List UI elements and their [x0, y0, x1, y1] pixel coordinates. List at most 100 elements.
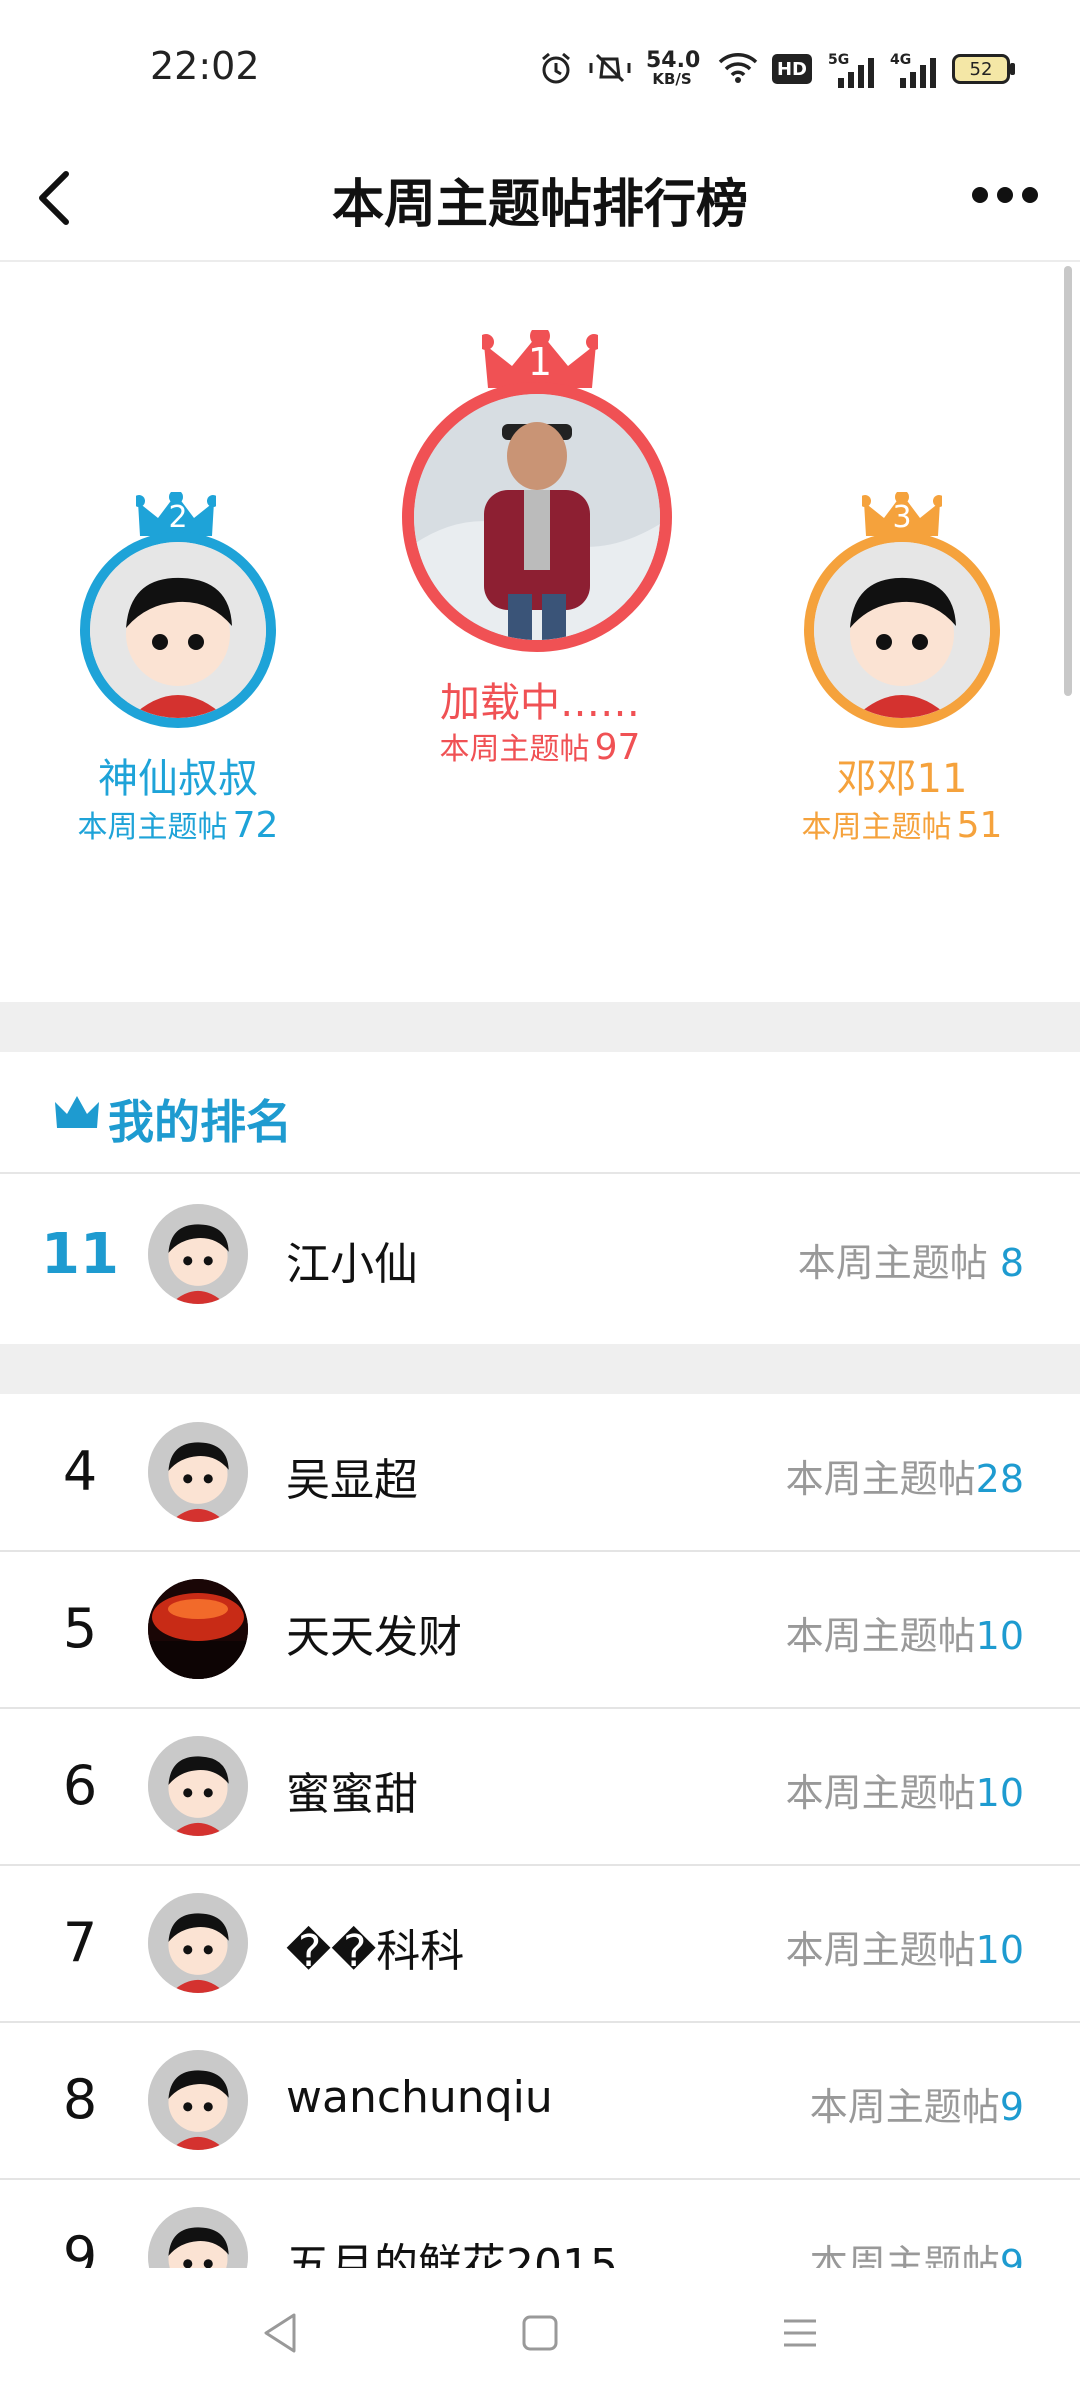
default-avatar-icon [148, 2050, 248, 2150]
podium-count: 本周主题帖 51 [772, 802, 1032, 846]
net-speed-value: 54.0 [646, 48, 701, 73]
post-count-value: 9 [999, 2242, 1024, 2268]
default-avatar-icon [814, 542, 990, 718]
default-avatar-icon [148, 1736, 248, 1836]
rank-number: 5 [62, 1597, 98, 1660]
post-count: 本周主题帖10 [786, 1762, 1024, 1817]
status-time: 22:02 [150, 44, 260, 88]
post-count-value: 9 [999, 2085, 1024, 2129]
header: 本周主题帖排行榜 [0, 130, 1080, 262]
post-count: 本周主题帖 8 [798, 1232, 1024, 1287]
avatar [148, 1204, 248, 1304]
podium-count-value: 51 [956, 805, 1003, 846]
list-item[interactable]: 6 蜜蜜甜 本周主题帖10 [0, 1708, 1080, 1866]
nav-back-button[interactable] [250, 2298, 310, 2368]
post-count-value: 28 [975, 1457, 1024, 1501]
section-divider [0, 1344, 1080, 1394]
more-button[interactable] [960, 170, 1050, 220]
my-rank-title: 我的排名 [108, 1095, 292, 1149]
podium-first[interactable]: 1 加载中…… 本周主题帖 97 [400, 262, 680, 782]
default-avatar-icon [148, 1204, 248, 1304]
post-count-value: 8 [999, 1241, 1024, 1285]
wifi-icon [714, 48, 762, 88]
signal-icon: 5G [828, 52, 878, 88]
user-name: ��科科 [286, 1926, 465, 1977]
nav-home-button[interactable] [510, 2298, 570, 2368]
battery-icon: 52 [952, 54, 1010, 84]
list-item[interactable]: 5 天天发财 本周主题帖10 [0, 1551, 1080, 1709]
post-count: 本周主题帖9 [810, 2076, 1024, 2131]
alarm-icon [536, 48, 576, 88]
list-item[interactable]: 7 ��科科 本周主题帖10 [0, 1865, 1080, 2023]
nav-menu-button[interactable] [770, 2298, 830, 2368]
user-name: 吴显超 [286, 1455, 418, 1506]
battery-tip [1010, 63, 1015, 75]
avatar [80, 532, 276, 728]
square-home-icon [522, 2315, 558, 2351]
avatar [148, 2207, 248, 2268]
post-count-label: 本周主题帖 [785, 1928, 976, 1972]
default-avatar-icon [148, 1422, 248, 1522]
status-bar: 22:02 54.0 KB/S HD 5G 4G 52 [0, 0, 1080, 130]
my-rank-header: 我的排名 [0, 1052, 1080, 1174]
avatar [402, 382, 672, 652]
post-count-value: 10 [975, 1771, 1024, 1815]
default-avatar-icon [148, 1893, 248, 1993]
post-count-value: 10 [975, 1928, 1024, 1972]
post-count-value: 10 [975, 1614, 1024, 1658]
post-count: 本周主题帖28 [786, 1448, 1024, 1503]
avatar-photo-icon [414, 394, 660, 640]
post-count-label: 本周主题帖 [785, 1614, 976, 1658]
podium-second[interactable]: 2 神仙叔叔 本周主题帖 72 [48, 492, 308, 872]
rank-number: 6 [62, 1754, 98, 1817]
podium-count: 本周主题帖 97 [400, 724, 680, 768]
my-rank-row[interactable]: 11 江小仙 本周主题帖 8 [0, 1174, 1080, 1344]
podium-count: 本周主题帖 72 [48, 802, 308, 846]
mute-vibrate-icon [586, 48, 634, 88]
rank-number: 7 [62, 1911, 98, 1974]
triangle-back-icon [264, 2313, 296, 2353]
list-item[interactable]: 8 wanchunqiu 本周主题帖9 [0, 2022, 1080, 2180]
avatar [148, 1422, 248, 1522]
user-name: 江小仙 [286, 1239, 418, 1290]
podium-count-label: 本周主题帖 [77, 810, 228, 845]
default-avatar-icon [148, 2207, 248, 2268]
post-count: 本周主题帖9 [810, 2233, 1024, 2268]
section-divider [0, 1002, 1080, 1052]
rank-number: 9 [62, 2225, 98, 2268]
post-count-label: 本周主题帖 [785, 1457, 976, 1501]
podium-count-label: 本周主题帖 [439, 732, 590, 767]
nav-bar [0, 2268, 1080, 2400]
user-name: 五月的鲜花2015 [286, 2240, 618, 2268]
podium-name: 邓邓11 [836, 756, 968, 802]
avatar [148, 1893, 248, 1993]
podium-name: 神仙叔叔 [98, 756, 258, 802]
post-count: 本周主题帖10 [786, 1605, 1024, 1660]
avatar [148, 1579, 248, 1679]
menu-lines-icon [784, 2319, 816, 2347]
post-count-label: 本周主题帖 [785, 1771, 976, 1815]
battery-level: 52 [969, 58, 993, 80]
crown-icon [55, 1096, 99, 1128]
podium-name: 加载中…… [440, 680, 640, 726]
user-name: 天天发财 [286, 1612, 462, 1663]
podium-rank-number: 3 [892, 500, 912, 535]
default-avatar-icon [90, 542, 266, 718]
page-title: 本周主题帖排行榜 [331, 175, 748, 235]
list-item[interactable]: 9 五月的鲜花2015 本周主题帖9 [0, 2179, 1080, 2268]
podium: 1 加载中…… 本周主题帖 97 2 神仙叔叔 本周主题帖 72 3 邓邓11 … [0, 262, 1080, 1002]
rank-number: 11 [41, 1222, 119, 1287]
ranking-list[interactable]: 4 吴显超 本周主题帖28 5 天天发财 本周主题帖10 6 蜜蜜甜 本周主题帖… [0, 1394, 1080, 2268]
user-name: wanchunqiu [286, 2072, 553, 2123]
podium-rank-number: 2 [168, 500, 188, 535]
user-name: 蜜蜜甜 [286, 1769, 418, 1820]
podium-count-value: 72 [232, 805, 279, 846]
podium-third[interactable]: 3 邓邓11 本周主题帖 51 [772, 492, 1032, 872]
rank-number: 4 [62, 1440, 98, 1503]
avatar [148, 2050, 248, 2150]
list-item[interactable]: 4 吴显超 本周主题帖28 [0, 1394, 1080, 1552]
podium-rank-number: 1 [527, 340, 553, 384]
net-speed: 54.0 KB/S [646, 48, 701, 89]
avatar [148, 1736, 248, 1836]
podium-count-value: 97 [594, 727, 641, 768]
